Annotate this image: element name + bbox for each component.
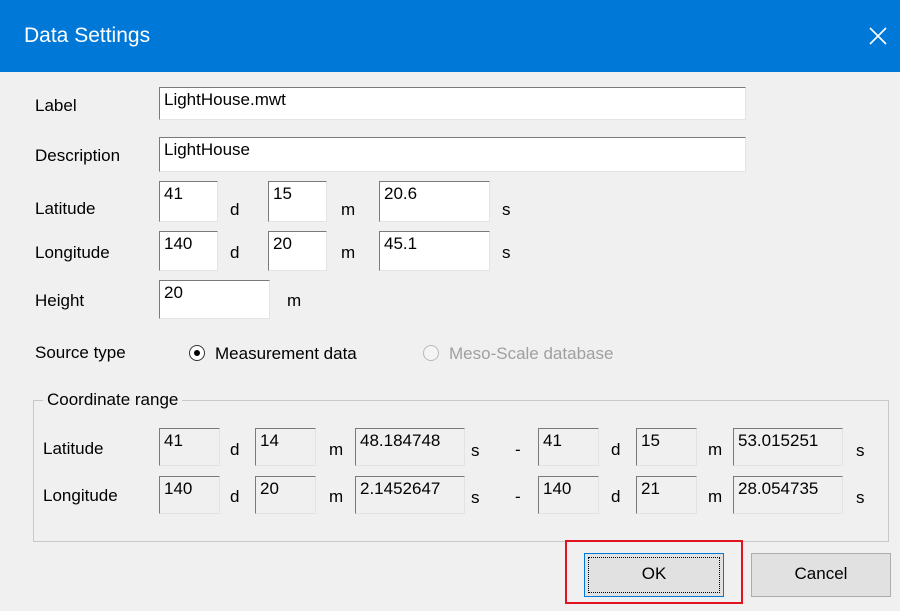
range-latitude-from-m-label: m [329, 440, 344, 459]
label-input[interactable]: LightHouse.mwt [159, 87, 746, 120]
range-latitude-from-s-label: s [471, 441, 480, 460]
range-longitude-to-d-label: d [611, 487, 621, 506]
range-latitude-from-d-label: d [230, 440, 240, 459]
description-input[interactable]: LightHouse [159, 137, 746, 172]
range-longitude-caption: Longitude [43, 486, 118, 505]
range-latitude-from-minutes: 14 [255, 428, 316, 466]
range-latitude-to-m-label: m [708, 440, 723, 459]
window-title: Data Settings [24, 24, 151, 47]
longitude-seconds-input[interactable]: 45.1 [379, 231, 490, 271]
meso-scale-radio [423, 345, 439, 361]
range-longitude-from-degrees: 140 [159, 476, 220, 514]
range-latitude-caption: Latitude [43, 439, 104, 458]
longitude-caption: Longitude [35, 243, 110, 262]
range-latitude-from-seconds: 48.184748 [355, 428, 465, 466]
close-icon[interactable] [856, 14, 900, 58]
longitude-seconds-unit: s [502, 243, 511, 262]
range-longitude-to-seconds: 28.054735 [733, 476, 843, 514]
ok-button[interactable]: OK [584, 553, 724, 597]
range-latitude-from-degrees: 41 [159, 428, 220, 466]
latitude-degrees-input[interactable]: 41 [159, 181, 218, 222]
height-caption: Height [35, 291, 85, 310]
longitude-minutes-input[interactable]: 20 [268, 231, 327, 271]
latitude-degrees-unit: d [230, 200, 240, 219]
range-latitude-dash: - [515, 440, 521, 459]
range-longitude-to-s-label: s [856, 488, 865, 507]
label-caption: Label [35, 96, 77, 115]
description-caption: Description [35, 146, 121, 165]
meso-scale-label: Meso-Scale database [449, 344, 614, 363]
measurement-data-radio[interactable] [189, 345, 205, 361]
height-input[interactable]: 20 [159, 280, 270, 319]
source-type-caption: Source type [35, 343, 126, 362]
range-latitude-to-s-label: s [856, 441, 865, 460]
coordinate-range-group [33, 400, 889, 542]
range-latitude-to-seconds: 53.015251 [733, 428, 843, 466]
longitude-degrees-unit: d [230, 243, 240, 262]
range-longitude-from-seconds: 2.1452647 [355, 476, 465, 514]
latitude-minutes-unit: m [341, 200, 356, 219]
latitude-seconds-unit: s [502, 200, 511, 219]
range-longitude-from-m-label: m [329, 487, 344, 506]
height-unit: m [287, 291, 302, 310]
range-latitude-to-d-label: d [611, 440, 621, 459]
range-longitude-to-minutes: 21 [636, 476, 697, 514]
range-longitude-from-s-label: s [471, 488, 480, 507]
cancel-button[interactable]: Cancel [751, 553, 891, 597]
measurement-data-label[interactable]: Measurement data [215, 343, 357, 365]
range-longitude-dash: - [515, 487, 521, 506]
range-longitude-to-degrees: 140 [538, 476, 599, 514]
range-latitude-to-degrees: 41 [538, 428, 599, 466]
coordinate-range-title: Coordinate range [43, 389, 183, 411]
range-latitude-to-minutes: 15 [636, 428, 697, 466]
latitude-caption: Latitude [35, 199, 96, 218]
longitude-degrees-input[interactable]: 140 [159, 231, 218, 271]
longitude-minutes-unit: m [341, 243, 356, 262]
latitude-seconds-input[interactable]: 20.6 [379, 181, 490, 222]
range-longitude-to-m-label: m [708, 487, 723, 506]
latitude-minutes-input[interactable]: 15 [268, 181, 327, 222]
range-longitude-from-d-label: d [230, 487, 240, 506]
range-longitude-from-minutes: 20 [255, 476, 316, 514]
